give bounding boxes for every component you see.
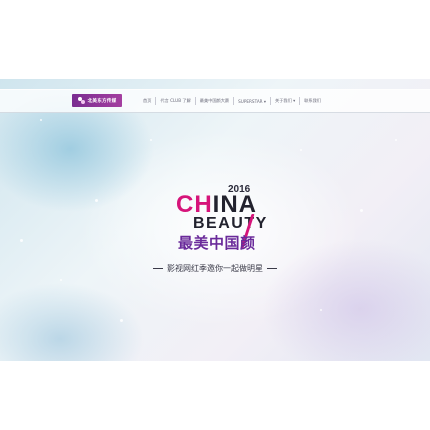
sparkle — [150, 139, 152, 141]
campaign-tagline: 影视网红季邀你一起做明星 — [0, 263, 430, 274]
sparkle — [320, 309, 322, 311]
campaign-title-beauty: BEAUTY — [193, 215, 268, 232]
top-navbar: 北美东方传媒 首页 代言 CLUB 了解 最美中国颜大赛 SUPERSTAR ▾… — [0, 89, 430, 113]
sparkle — [40, 119, 42, 121]
brand-logo[interactable]: 北美东方传媒 — [72, 94, 122, 107]
logo-icon — [77, 97, 86, 104]
nav-item-contest[interactable]: 最美中国颜大赛 — [196, 98, 233, 104]
nav-item-contact[interactable]: 联系我们 — [300, 98, 325, 104]
sparkle — [60, 279, 62, 281]
title-china-accent: CH — [176, 191, 213, 218]
tagline-text: 影视网红季邀你一起做明星 — [167, 264, 263, 273]
sparkle — [95, 199, 98, 202]
nav-item-about[interactable]: 关于我们 ▾ — [271, 98, 299, 104]
nav-item-home[interactable]: 首页 — [139, 98, 155, 104]
nav-item-superstar[interactable]: SUPERSTAR ▾ — [234, 99, 270, 104]
hero-banner: 北美东方传媒 首页 代言 CLUB 了解 最美中国颜大赛 SUPERSTAR ▾… — [0, 79, 430, 361]
nav-menu: 首页 代言 CLUB 了解 最美中国颜大赛 SUPERSTAR ▾ 关于我们 ▾… — [139, 90, 325, 112]
sparkle — [20, 239, 23, 242]
campaign-title-chinese: 最美中国颜 — [178, 234, 256, 252]
sparkle — [395, 139, 397, 141]
nav-item-club[interactable]: 代言 CLUB 了解 — [156, 98, 194, 104]
sparkle — [300, 149, 302, 151]
sparkle — [120, 319, 123, 322]
sparkle — [360, 209, 363, 212]
tagline-dash-left — [153, 268, 163, 269]
tagline-dash-right — [267, 268, 277, 269]
logo-text: 北美东方传媒 — [87, 98, 117, 104]
